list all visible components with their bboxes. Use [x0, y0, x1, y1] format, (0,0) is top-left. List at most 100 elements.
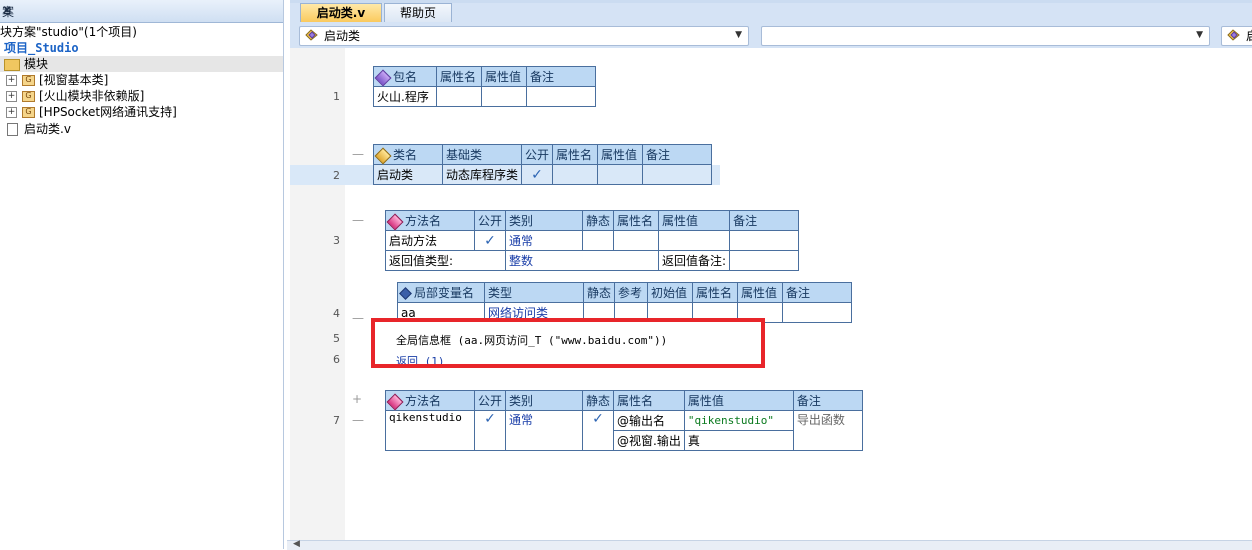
cell[interactable] [658, 230, 731, 251]
header-cell: 属性值 [597, 144, 644, 165]
tab-startup-class[interactable]: 启动类.v [300, 3, 382, 23]
module-label: [HPSocket网络通讯支持] [39, 105, 177, 119]
chevron-down-icon: ▼ [1196, 30, 1203, 40]
cell[interactable] [526, 86, 596, 107]
header-cell: 基础类 [441, 144, 523, 165]
fold-collapse-icon[interactable]: — [352, 413, 364, 427]
module-icon: G [22, 75, 35, 86]
header-package-name: 包名 [373, 66, 437, 87]
return-note-label: 返回值备注: [658, 250, 731, 271]
module-label: [视窗基本类] [39, 73, 109, 87]
fold-collapse-icon[interactable]: — [352, 311, 364, 325]
solution-panel: 案 ⊿ ✕ 块方案"studio"(1个项目) 项目_Studio 模块 + G [… [0, 0, 284, 549]
header-cell: 属性名 [436, 66, 482, 87]
header-cell: 类别 [505, 210, 584, 231]
static-cell[interactable] [582, 230, 615, 251]
module-item[interactable]: + G [HPSocket网络通讯支持] [6, 104, 177, 120]
base-class-cell[interactable]: 动态库程序类 [441, 164, 523, 185]
line-number: 6 [333, 353, 340, 366]
category-cell[interactable]: 通常 [505, 410, 584, 451]
note-cell[interactable]: 导出函数 [792, 410, 863, 451]
expand-icon[interactable]: + [6, 107, 17, 118]
header-cell: 公开 [473, 210, 507, 231]
attr-name-cell[interactable]: @视窗.输出 [613, 430, 685, 451]
method-icon [386, 213, 404, 230]
attr-name-cell[interactable]: @输出名 [613, 410, 685, 431]
scroll-left-icon[interactable]: ◀ [293, 539, 300, 549]
variable-icon [399, 287, 412, 300]
header-cell: 属性值 [683, 390, 794, 411]
header-cell: 属性名 [552, 144, 599, 165]
method-icon [386, 393, 404, 410]
line-number: 7 [333, 414, 340, 427]
class-name-cell[interactable]: 启动类 [373, 164, 443, 185]
fold-collapse-icon[interactable]: — [352, 147, 364, 161]
class-icon [305, 29, 318, 41]
method-name-cell[interactable]: 启动方法 [385, 230, 475, 251]
return-type-value[interactable]: 整数 [505, 250, 660, 271]
header-class-name: 类名 [373, 144, 443, 165]
cell[interactable] [642, 164, 713, 185]
cell[interactable] [481, 86, 527, 107]
header-method-name: 方法名 [385, 390, 475, 411]
header-cell: 属性名 [692, 282, 739, 303]
module-item[interactable]: + G [视窗基本类] [6, 72, 108, 88]
project-node[interactable]: 项目_Studio [4, 40, 79, 56]
line-number: 2 [333, 169, 340, 182]
file-label: 启动类.v [24, 122, 71, 136]
header-cell: 初始值 [647, 282, 694, 303]
line-number: 5 [333, 332, 340, 345]
expand-icon[interactable]: + [6, 91, 17, 102]
cell[interactable] [597, 164, 644, 185]
package-name-cell[interactable]: 火山.程序 [373, 86, 437, 107]
header-cell: 类型 [484, 282, 584, 303]
package-table: 包名 属性名 属性值 备注 火山.程序 [373, 66, 596, 107]
header-cell: 静态 [582, 390, 615, 411]
extra-selector-value: 启 [1246, 28, 1252, 44]
module-icon: G [22, 107, 35, 118]
attr-value-cell[interactable]: 真 [683, 430, 794, 451]
line-number: 1 [333, 90, 340, 103]
header-cell: 属性值 [658, 210, 731, 231]
expand-icon[interactable]: + [6, 75, 17, 86]
export-method-table: 方法名 公开 类别 静态 属性名 属性值 备注 qikenstudio ✓ 通常… [385, 390, 863, 451]
header-cell: 公开 [521, 144, 554, 165]
header-cell: 备注 [782, 282, 853, 303]
header-cell: 公开 [473, 390, 507, 411]
extra-selector[interactable]: 启 [1221, 26, 1252, 46]
cell[interactable] [729, 230, 800, 251]
module-icon: G [22, 91, 35, 102]
cell[interactable] [613, 230, 660, 251]
header-cell: 静态 [582, 210, 615, 231]
public-check[interactable]: ✓ [473, 230, 507, 251]
close-icon[interactable]: ✕ [2, 3, 277, 17]
return-note-value[interactable] [729, 250, 800, 271]
public-check[interactable]: ✓ [521, 164, 554, 185]
class-table: 类名 基础类 公开 属性名 属性值 备注 启动类 动态库程序类 ✓ [373, 144, 713, 185]
module-label: [火山模块非依赖版] [39, 89, 145, 103]
fold-collapse-icon[interactable]: — [352, 213, 364, 227]
method-selector[interactable]: ▼ [761, 26, 1210, 46]
cell[interactable] [552, 164, 599, 185]
header-cell: 类别 [505, 390, 584, 411]
public-check[interactable]: ✓ [473, 410, 507, 451]
chevron-down-icon: ▼ [735, 30, 742, 40]
header-cell: 参考 [614, 282, 649, 303]
line-number: 3 [333, 234, 340, 247]
tab-help-page[interactable]: 帮助页 [384, 3, 452, 23]
modules-folder-node[interactable]: 模块 [0, 56, 283, 72]
attr-value-cell[interactable]: "qikenstudio" [683, 410, 794, 431]
method-name-cell[interactable]: qikenstudio [385, 410, 475, 451]
cell[interactable] [436, 86, 482, 107]
header-local-var: 局部变量名 [397, 282, 485, 303]
fold-expand-icon[interactable]: + [352, 392, 362, 406]
file-node[interactable]: 启动类.v [7, 121, 71, 137]
cell[interactable] [782, 302, 853, 323]
module-item[interactable]: + G [火山模块非依赖版] [6, 88, 144, 104]
line-number: 4 [333, 307, 340, 320]
solution-node[interactable]: 块方案"studio"(1个项目) [0, 24, 137, 40]
class-selector[interactable]: 启动类 ▼ [299, 26, 749, 46]
static-check[interactable]: ✓ [582, 410, 615, 451]
local-variable-table: 局部变量名 类型 静态 参考 初始值 属性名 属性值 备注 aa 网络访问类 [397, 282, 853, 323]
category-cell[interactable]: 通常 [505, 230, 584, 251]
